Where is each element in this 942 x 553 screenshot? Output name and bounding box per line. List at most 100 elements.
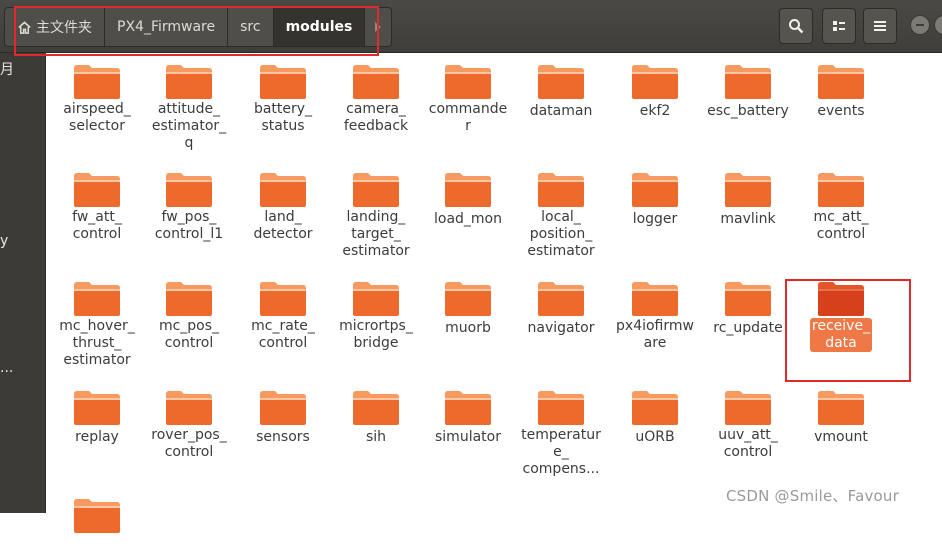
folder-icon <box>538 65 584 99</box>
folder-item[interactable]: load_mon <box>423 172 513 228</box>
folder-item[interactable]: navigator <box>516 281 606 337</box>
sidebar-glyph: ... <box>0 360 14 376</box>
view-mode-button[interactable] <box>822 8 856 44</box>
places-sidebar: 月 y ... <box>0 0 46 513</box>
folder-item[interactable]: fw_pos_ control_l1 <box>144 172 234 243</box>
folder-label: airspeed_ selector <box>63 101 131 134</box>
folder-item[interactable]: camera_ feedback <box>331 64 421 135</box>
crumb-src[interactable]: src <box>228 8 274 46</box>
folder-item[interactable]: commande r <box>423 64 513 135</box>
folder-label: rc_update <box>713 320 783 336</box>
folder-label: mc_att_ control <box>813 209 869 242</box>
folder-item[interactable]: receive_ data <box>796 281 886 352</box>
folder-icon <box>74 65 120 99</box>
folder-item[interactable]: muorb <box>423 281 513 337</box>
folder-item[interactable]: mc_hover_ thrust_ estimator <box>52 281 142 369</box>
folder-icon <box>353 282 399 316</box>
folder-item[interactable]: temperatur e_ compens... <box>516 390 606 478</box>
folder-item[interactable]: replay <box>52 390 142 446</box>
crumb-px4-firmware[interactable]: PX4_Firmware <box>105 8 229 46</box>
folder-label: px4iofirmw are <box>616 318 694 351</box>
folder-item[interactable]: events <box>796 64 886 120</box>
folder-icon <box>725 391 771 425</box>
home-icon <box>18 20 31 34</box>
file-grid: airspeed_ selector attitude_ estimator_ q… <box>45 52 942 533</box>
folder-item[interactable]: ekf2 <box>610 64 700 120</box>
folder-item[interactable]: landing_ target_ estimator <box>331 172 421 260</box>
header-bar: 主文件夹 PX4_Firmware src modules <box>0 0 942 56</box>
folder-icon <box>818 282 864 316</box>
folder-item[interactable]: rc_update <box>703 281 793 337</box>
folder-icon <box>632 65 678 99</box>
folder-icon <box>445 173 491 207</box>
folder-icon <box>445 282 491 316</box>
search-button[interactable] <box>779 8 813 44</box>
folder-label: uORB <box>635 429 675 445</box>
folder-item[interactable]: mc_att_ control <box>796 172 886 243</box>
folder-icon <box>818 65 864 99</box>
folder-label: land_ detector <box>253 209 313 242</box>
folder-icon <box>74 499 120 533</box>
folder-item[interactable]: attitude_ estimator_ q <box>144 64 234 152</box>
folder-item[interactable]: mc_pos_ control <box>144 281 234 352</box>
crumb-home[interactable]: 主文件夹 <box>5 8 105 46</box>
folder-item[interactable]: micrortps_ bridge <box>331 281 421 352</box>
folder-icon <box>74 173 120 207</box>
folder-item[interactable]: simulator <box>423 390 513 446</box>
folder-item[interactable]: uORB <box>610 390 700 446</box>
crumb-forward-button[interactable] <box>365 8 391 46</box>
folder-label: replay <box>75 429 119 445</box>
window-controls <box>910 15 942 37</box>
folder-label: rover_pos_ control <box>151 427 227 460</box>
folder-item[interactable]: mavlink <box>703 172 793 228</box>
crumb-label: src <box>240 19 261 35</box>
folder-label: load_mon <box>434 211 502 227</box>
folder-label: sensors <box>256 429 310 445</box>
folder-item[interactable]: airspeed_ selector <box>52 64 142 135</box>
folder-item[interactable]: px4iofirmw are <box>610 281 700 352</box>
folder-label: battery_ status <box>253 101 313 134</box>
folder-item[interactable]: fw_att_ control <box>52 172 142 243</box>
folder-label: dataman <box>529 103 593 119</box>
folder-icon <box>538 173 584 207</box>
folder-label: simulator <box>435 429 501 445</box>
folder-item[interactable]: uuv_att_ control <box>703 390 793 461</box>
folder-item[interactable]: mc_rate_ control <box>238 281 328 352</box>
folder-icon <box>353 65 399 99</box>
menu-button[interactable] <box>863 8 897 44</box>
folder-icon <box>538 282 584 316</box>
folder-label: mc_rate_ control <box>251 318 315 351</box>
folder-item[interactable]: sensors <box>238 390 328 446</box>
folder-item[interactable]: esc_battery <box>703 64 793 120</box>
folder-item[interactable]: logger <box>610 172 700 228</box>
minimize-button[interactable] <box>910 15 930 35</box>
watermark: CSDN @Smile、Favour <box>726 487 900 505</box>
folder-icon <box>353 391 399 425</box>
folder-item[interactable]: dataman <box>516 64 606 120</box>
folder-item[interactable]: vmount <box>796 390 886 446</box>
folder-label: sih <box>365 429 387 445</box>
folder-item[interactable]: sih <box>331 390 421 446</box>
crumb-modules[interactable]: modules <box>273 8 366 46</box>
folder-label: camera_ feedback <box>343 101 409 134</box>
minimize-icon <box>916 24 924 26</box>
folder-icon <box>538 391 584 425</box>
folder-icon <box>818 173 864 207</box>
folder-label: fw_pos_ control_l1 <box>154 209 224 242</box>
folder-label: navigator <box>527 320 595 336</box>
folder-label: muorb <box>445 320 491 336</box>
folder-label: mc_hover_ thrust_ estimator <box>59 318 135 368</box>
folder-icon <box>74 391 120 425</box>
folder-icon <box>818 391 864 425</box>
folder-label: fw_att_ control <box>72 209 122 242</box>
folder-label: landing_ target_ estimator <box>342 209 410 259</box>
folder-item[interactable] <box>52 498 142 553</box>
folder-item[interactable]: land_ detector <box>238 172 328 243</box>
crumb-label: PX4_Firmware <box>117 19 216 35</box>
folder-icon <box>166 282 212 316</box>
folder-item[interactable]: local_ position_ estimator <box>516 172 606 260</box>
folder-item[interactable]: battery_ status <box>238 64 328 135</box>
folder-icon <box>260 173 306 207</box>
maximize-button[interactable] <box>934 15 942 35</box>
folder-item[interactable]: rover_pos_ control <box>144 390 234 461</box>
